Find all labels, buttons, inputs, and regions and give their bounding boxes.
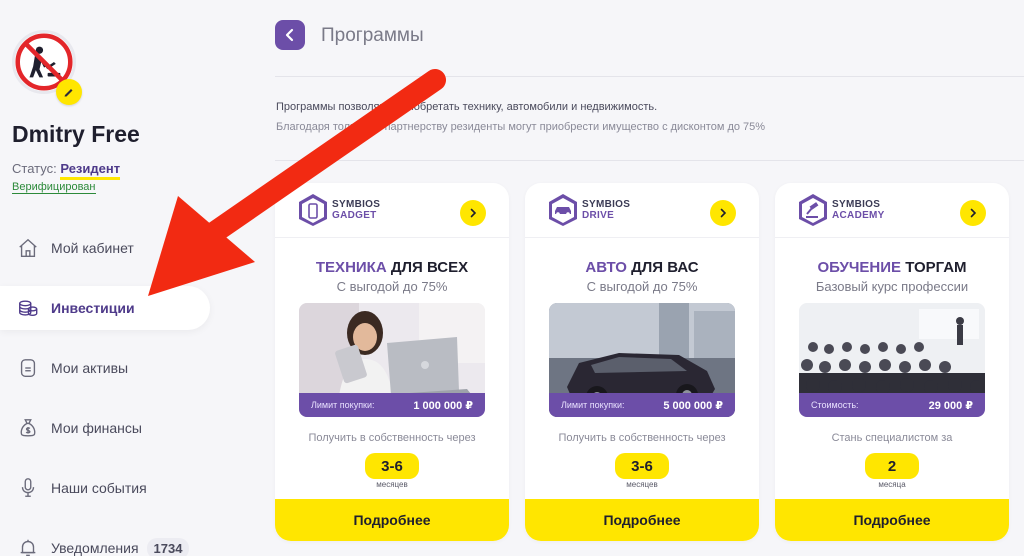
symbios-gadget-logo: SYMBIOS GADGET <box>298 193 380 227</box>
gavel-shield-icon <box>799 194 827 226</box>
card-caption: Получить в собственность через <box>558 432 726 444</box>
card-title: ОБУЧЕНИЕ ТОРГАМ <box>775 259 1009 276</box>
sidebar-item-label: Мой кабинет <box>51 240 134 256</box>
sidebar-item-events[interactable]: Наши события <box>0 458 210 518</box>
price-label: Стоимость: <box>811 400 859 410</box>
term-unit: месяца <box>878 480 906 489</box>
sidebar-item-label: Мои финансы <box>51 420 142 436</box>
chevron-right-icon <box>470 208 477 218</box>
symbios-drive-logo: SYMBIOS DRIVE <box>548 193 630 227</box>
status-value: Резидент <box>60 161 121 180</box>
notifications-count-badge: 1734 <box>146 537 190 556</box>
status-line: Статус: Резидент <box>12 161 121 180</box>
card-open-button[interactable] <box>710 200 736 226</box>
card-caption: Получить в собственность через <box>308 432 476 444</box>
card-title-highlight: АВТО <box>585 259 627 276</box>
sidebar-item-label: Наши события <box>51 480 147 496</box>
price-value: 29 000 ₽ <box>928 399 973 412</box>
card-title-rest: ДЛЯ ВАС <box>626 259 699 276</box>
smartphone-shield-icon <box>299 194 327 226</box>
header-divider <box>275 76 1024 77</box>
details-button[interactable]: Подробнее <box>775 499 1009 541</box>
bell-icon <box>16 536 40 556</box>
price-value: 1 000 000 ₽ <box>413 399 473 412</box>
program-card-academy: SYMBIOS ACADEMY ОБУЧЕНИЕ ТОРГАМ Базовый … <box>775 183 1009 541</box>
status-label: Статус: <box>12 161 57 176</box>
card-caption: Стань специалистом за <box>831 432 953 444</box>
sidebar-item-investments[interactable]: Инвестиции <box>0 286 210 330</box>
program-card-gadget: SYMBIOS GADGET ТЕХНИКА ДЛЯ ВСЕХ С выгодо… <box>275 183 509 541</box>
term-pill: 3-6 <box>365 453 419 479</box>
intro-text-line-2: Благодаря только их партнерству резидент… <box>276 121 766 133</box>
card-title-rest: ТОРГАМ <box>901 259 967 276</box>
term-pill: 2 <box>865 453 919 479</box>
brand-bottom: GADGET <box>332 210 377 221</box>
price-bar: Стоимость: 29 000 ₽ <box>799 393 985 417</box>
microphone-icon <box>16 476 40 500</box>
card-subtitle: С выгодой до 75% <box>586 279 698 294</box>
card-photo-drive: Лимит покупки: 5 000 000 ₽ <box>549 303 735 417</box>
intro-text-line-1: Программы позволяют приобретать технику,… <box>276 101 658 113</box>
card-open-button[interactable] <box>460 200 486 226</box>
program-card-drive: SYMBIOS DRIVE АВТО ДЛЯ ВАС С выгодой до … <box>525 183 759 541</box>
card-title-rest: ДЛЯ ВСЕХ <box>386 259 469 276</box>
brand-top: SYMBIOS <box>332 199 381 210</box>
verified-link[interactable]: Верифицирован <box>12 181 96 194</box>
price-bar: Лимит покупки: 5 000 000 ₽ <box>549 393 735 417</box>
term-pill: 3-6 <box>615 453 669 479</box>
sidebar-item-cabinet[interactable]: Мой кабинет <box>0 218 210 278</box>
card-subtitle: С выгодой до 75% <box>336 279 448 294</box>
brand-bottom: ACADEMY <box>832 210 885 221</box>
card-photo-academy: Стоимость: 29 000 ₽ <box>799 303 985 417</box>
term-unit: месяцев <box>626 480 658 489</box>
sidebar: Dmitry Free Статус: Резидент Верифициров… <box>0 0 240 556</box>
wallet-icon <box>16 356 40 380</box>
term-unit: месяцев <box>376 480 408 489</box>
brand-top: SYMBIOS <box>582 199 631 210</box>
card-title: ТЕХНИКА ДЛЯ ВСЕХ <box>275 259 509 276</box>
home-icon <box>16 236 40 260</box>
price-value: 5 000 000 ₽ <box>663 399 723 412</box>
chevron-left-icon <box>285 28 294 42</box>
pencil-icon <box>64 89 73 97</box>
money-bag-icon <box>16 416 40 440</box>
sidebar-item-label: Мои активы <box>51 360 129 376</box>
user-name: Dmitry Free <box>12 121 140 147</box>
sidebar-nav: Мой кабинет Инвестиции Мои активы Мои фи… <box>0 218 210 556</box>
card-title: АВТО ДЛЯ ВАС <box>525 259 759 276</box>
sidebar-item-notifications[interactable]: Уведомления 1734 <box>0 518 210 556</box>
sidebar-item-label: Уведомления <box>51 540 139 556</box>
car-shield-icon <box>549 194 577 226</box>
sidebar-item-assets[interactable]: Мои активы <box>0 338 210 398</box>
back-button[interactable] <box>275 20 305 50</box>
intro-divider <box>275 160 1024 161</box>
edit-avatar-button[interactable] <box>56 79 82 105</box>
card-subtitle: Базовый курс профессии <box>815 279 969 294</box>
brand-top: SYMBIOS <box>832 199 881 210</box>
page-title: Программы <box>321 25 424 46</box>
price-bar: Лимит покупки: 1 000 000 ₽ <box>299 393 485 417</box>
chevron-right-icon <box>720 208 727 218</box>
coins-icon <box>16 296 40 320</box>
chevron-right-icon <box>970 208 977 218</box>
card-title-highlight: ТЕХНИКА <box>315 259 387 276</box>
sidebar-item-label: Инвестиции <box>51 300 135 316</box>
sidebar-item-finances[interactable]: Мои финансы <box>0 398 210 458</box>
card-title-highlight: ОБУЧЕНИЕ <box>817 259 902 276</box>
card-photo-gadget: Лимит покупки: 1 000 000 ₽ <box>299 303 485 417</box>
details-button[interactable]: Подробнее <box>525 499 759 541</box>
symbios-academy-logo: SYMBIOS ACADEMY <box>798 193 885 227</box>
brand-bottom: DRIVE <box>582 210 615 221</box>
price-label: Лимит покупки: <box>561 400 625 410</box>
details-button[interactable]: Подробнее <box>275 499 509 541</box>
card-open-button[interactable] <box>960 200 986 226</box>
price-label: Лимит покупки: <box>311 400 375 410</box>
